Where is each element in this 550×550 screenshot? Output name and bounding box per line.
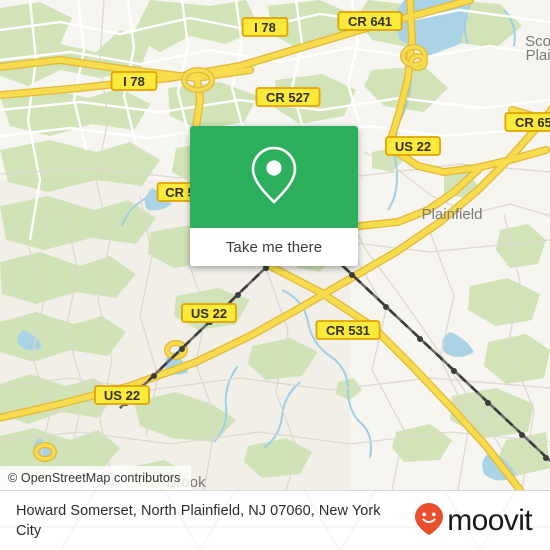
map-place-label: Plains — [526, 47, 550, 64]
take-me-there-label: Take me there — [225, 238, 323, 256]
road-shield: CR 531 — [315, 320, 381, 340]
road-shield: CR 651 — [504, 112, 550, 132]
attribution-text: © OpenStreetMap contributors — [8, 471, 181, 485]
road-shield: I 78 — [110, 71, 158, 91]
road-shield: US 22 — [94, 385, 150, 405]
poi-callout-card[interactable]: Take me there — [190, 126, 358, 266]
osm-attribution[interactable]: © OpenStreetMap contributors — [0, 466, 191, 490]
road-shield: US 22 — [385, 136, 441, 156]
footer-bar: Howard Somerset, North Plainfield, NJ 07… — [0, 490, 550, 550]
road-shield-label: CR 651 — [515, 115, 550, 130]
road-shield-label: CR 641 — [348, 14, 392, 29]
road-shield: US 22 — [181, 303, 237, 323]
road-shield-label: CR 527 — [266, 90, 310, 105]
road-shield-label: I 78 — [254, 20, 276, 35]
road-shield-label: I 78 — [123, 74, 145, 89]
location-title: Howard Somerset, North Plainfield, NJ 07… — [16, 503, 381, 539]
moovit-pin-icon — [414, 502, 444, 541]
map-pin-icon — [248, 144, 300, 211]
footer-content: Howard Somerset, North Plainfield, NJ 07… — [0, 491, 550, 550]
take-me-there-button[interactable]: Take me there — [190, 228, 358, 266]
road-shield: CR 641 — [337, 11, 403, 31]
map-place-label: Plainfield — [422, 206, 483, 223]
moovit-map-screen: PlainfieldScotchPlainsBrook I 78CR 641I … — [0, 0, 550, 550]
poi-card-header — [190, 126, 358, 228]
road-shield-label: US 22 — [395, 139, 431, 154]
road-shield: I 78 — [241, 17, 289, 37]
road-shield-label: US 22 — [191, 306, 227, 321]
moovit-logo[interactable]: moovit — [414, 502, 542, 541]
road-shield: CR 527 — [255, 87, 321, 107]
road-shield-label: US 22 — [104, 388, 140, 403]
road-shield-label: CR 531 — [326, 323, 370, 338]
moovit-wordmark: moovit — [447, 504, 532, 537]
